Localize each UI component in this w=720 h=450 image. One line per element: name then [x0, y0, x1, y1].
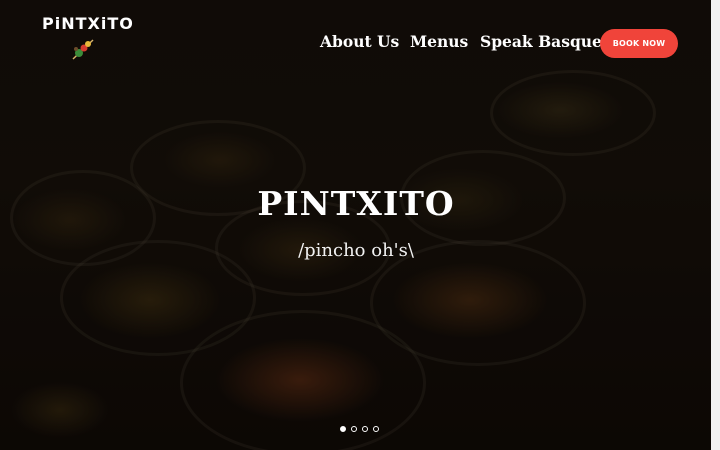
book-now-button[interactable]: BOOK NOW: [600, 29, 678, 58]
slider-dot[interactable]: [351, 426, 357, 432]
hero-title: PINTXITO: [257, 184, 455, 223]
nav-about-us[interactable]: About Us: [320, 32, 399, 51]
skewer-pintxo-icon: [72, 39, 94, 60]
hero-subtitle: /pincho oh's\: [298, 240, 414, 261]
nav-speak-basque[interactable]: Speak Basque: [480, 32, 602, 51]
page-scrollbar[interactable]: [711, 0, 720, 450]
logo-text: PiNTXiTO: [42, 14, 134, 33]
site-logo[interactable]: PiNTXiTO: [42, 14, 134, 70]
nav-menus[interactable]: Menus: [410, 32, 468, 51]
slider-dot[interactable]: [373, 426, 379, 432]
slider-dot[interactable]: [340, 426, 346, 432]
slider-dot[interactable]: [362, 426, 368, 432]
